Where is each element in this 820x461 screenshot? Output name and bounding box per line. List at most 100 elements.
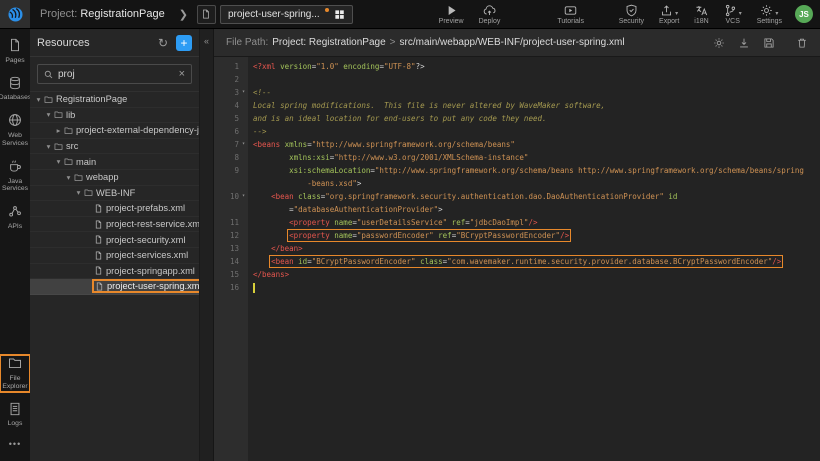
code-line[interactable]: <?xml version="1.0" encoding="UTF-8"?>: [248, 60, 425, 73]
line-number: 6: [214, 125, 248, 138]
chevron-right-icon: ❯: [179, 8, 188, 21]
code-row: -beans.xsd">: [214, 177, 820, 190]
deploy-button[interactable]: Deploy: [479, 4, 501, 25]
modified-dot-icon: [325, 8, 329, 12]
tree-node-RegistrationPage[interactable]: ▾RegistrationPage: [30, 92, 199, 108]
collapse-panel-icon[interactable]: «: [204, 36, 209, 461]
tab-project-user-spring[interactable]: project-user-spring...: [220, 5, 353, 24]
file-path-separator: >: [390, 37, 396, 48]
tree-toggle-icon[interactable]: ▸: [54, 126, 63, 135]
sidebar-item-logs[interactable]: Logs: [1, 402, 29, 429]
tree-toggle-icon[interactable]: ▾: [74, 188, 83, 197]
tree-toggle-icon[interactable]: ▾: [44, 142, 53, 151]
code-line[interactable]: <bean class="org.springframework.securit…: [248, 190, 677, 203]
file-icon[interactable]: [197, 5, 216, 24]
tree-node-src[interactable]: ▾src: [30, 139, 199, 155]
tree-node-label: WEB-INF: [96, 188, 135, 198]
search-input[interactable]: [58, 69, 174, 80]
tree-toggle-icon[interactable]: ▾: [64, 173, 73, 182]
settings-button[interactable]: ▾Settings: [757, 4, 782, 25]
trash-icon[interactable]: [796, 37, 808, 49]
tree-toggle-icon[interactable]: ▾: [34, 95, 43, 104]
code-row: 10▾ <bean class="org.springframework.sec…: [214, 190, 820, 203]
fold-toggle-icon[interactable]: ▾: [239, 138, 248, 151]
tree-node-project-external-dependency-jars[interactable]: ▸project-external-dependency-jars: [30, 123, 199, 139]
tree-toggle-icon[interactable]: ▾: [44, 110, 53, 119]
sidebar-item-apis[interactable]: APIs: [1, 204, 29, 231]
preview-button[interactable]: Preview: [439, 4, 464, 25]
vcs-button[interactable]: ▾VCS: [724, 4, 742, 25]
code-row: ="databaseAuthenticationProvider">: [214, 203, 820, 216]
line-number: 10▾: [214, 190, 248, 203]
gear-icon[interactable]: [713, 37, 725, 49]
download-icon[interactable]: [738, 37, 750, 49]
sidebar-item-java-services[interactable]: Java Services: [1, 159, 29, 193]
tutorials-button[interactable]: Tutorials: [557, 4, 584, 25]
annotation-highlight-box: <bean id="BCryptPasswordEncoder" class="…: [271, 257, 781, 266]
refresh-icon[interactable]: ↻: [158, 37, 168, 49]
code-line[interactable]: Local spring modifications. This file is…: [248, 99, 605, 112]
sidebar-item-databases[interactable]: Databases: [1, 76, 29, 103]
sidebar-item-label: APIs: [8, 223, 22, 231]
line-number: 2: [214, 73, 248, 86]
resources-title: Resources: [37, 37, 158, 49]
resources-search[interactable]: ×: [37, 64, 192, 84]
toolbar-item-label: Security: [619, 18, 644, 25]
tree-node-label: main: [76, 157, 96, 167]
code-line[interactable]: and is an ideal location for end-users t…: [248, 112, 547, 125]
user-avatar[interactable]: JS: [795, 5, 813, 23]
code-line[interactable]: </bean>: [248, 242, 303, 255]
chevron-down-icon: ▾: [739, 10, 742, 17]
code-line[interactable]: xsi:schemaLocation="http://www.springfra…: [248, 164, 804, 177]
fold-toggle-icon[interactable]: ▾: [239, 86, 248, 99]
code-line[interactable]: xmlns:xsi="http://www.w3.org/2001/XMLSch…: [248, 151, 528, 164]
code-line[interactable]: -->: [248, 125, 267, 138]
code-line[interactable]: [248, 281, 255, 294]
tree-node-webapp[interactable]: ▾webapp: [30, 170, 199, 186]
tree-node-project-user-spring.xml[interactable]: project-user-spring.xml: [30, 279, 199, 295]
tree-node-project-springapp.xml[interactable]: project-springapp.xml: [30, 264, 199, 280]
save-icon[interactable]: [763, 37, 775, 49]
security-button[interactable]: Security: [619, 4, 644, 25]
code-line[interactable]: </beans>: [248, 268, 289, 281]
wavemaker-logo-icon[interactable]: [0, 0, 30, 28]
tree-node-label: project-security.xml: [106, 235, 185, 245]
tree-node-WEB-INF[interactable]: ▾ WEB-INF: [30, 186, 199, 202]
export-button[interactable]: ▾Export: [659, 4, 679, 25]
line-number: 9: [214, 164, 248, 177]
page-icon: [8, 38, 22, 55]
sidebar-item-label: File Explorer: [1, 375, 29, 391]
fold-toggle-icon[interactable]: ▾: [239, 190, 248, 203]
line-number: 5: [214, 112, 248, 125]
tree-node-lib[interactable]: ▾lib: [30, 108, 199, 124]
code-line[interactable]: <!--: [248, 86, 271, 99]
tree-toggle-icon[interactable]: ▾: [54, 157, 63, 166]
tree-node-project-security.xml[interactable]: project-security.xml: [30, 232, 199, 248]
code-line[interactable]: <bean id="BCryptPasswordEncoder" class="…: [248, 255, 781, 268]
i18n-button[interactable]: i18N: [694, 4, 708, 25]
sidebar-item-file-explorer[interactable]: File Explorer: [1, 356, 29, 390]
toolbar-item-label: Export: [659, 18, 679, 25]
tree-node-project-prefabs.xml[interactable]: project-prefabs.xml: [30, 201, 199, 217]
add-resource-button[interactable]: +: [176, 35, 192, 51]
code-line[interactable]: <property name="passwordEncoder" ref="BC…: [248, 229, 569, 242]
sidebar-item-more[interactable]: •••: [1, 439, 29, 450]
grid-icon[interactable]: [334, 9, 345, 20]
code-area[interactable]: 1<?xml version="1.0" encoding="UTF-8"?>2…: [214, 57, 820, 461]
code-line[interactable]: ="databaseAuthenticationProvider">: [248, 203, 443, 216]
code-line[interactable]: -beans.xsd">: [248, 177, 361, 190]
file-icon: [94, 220, 103, 229]
tree-node-project-rest-service.xml[interactable]: project-rest-service.xml: [30, 217, 199, 233]
clear-search-icon[interactable]: ×: [179, 69, 185, 80]
code-line[interactable]: <beans xmlns="http://www.springframework…: [248, 138, 515, 151]
sidebar-item-web-services[interactable]: Web Services: [1, 113, 29, 147]
chevron-down-icon: ▾: [675, 10, 678, 17]
sidebar-item-pages[interactable]: Pages: [1, 38, 29, 65]
code-row: 16: [214, 281, 820, 294]
code-line[interactable]: <property name="userDetailsService" ref=…: [248, 216, 537, 229]
tree-node-main[interactable]: ▾ main: [30, 154, 199, 170]
file-icon: [95, 282, 104, 291]
wavemaker-ide: Project: RegistrationPage ❯ project-user…: [0, 0, 820, 461]
top-toolbar: Project: RegistrationPage ❯ project-user…: [0, 0, 820, 29]
tree-node-project-services.xml[interactable]: project-services.xml: [30, 248, 199, 264]
